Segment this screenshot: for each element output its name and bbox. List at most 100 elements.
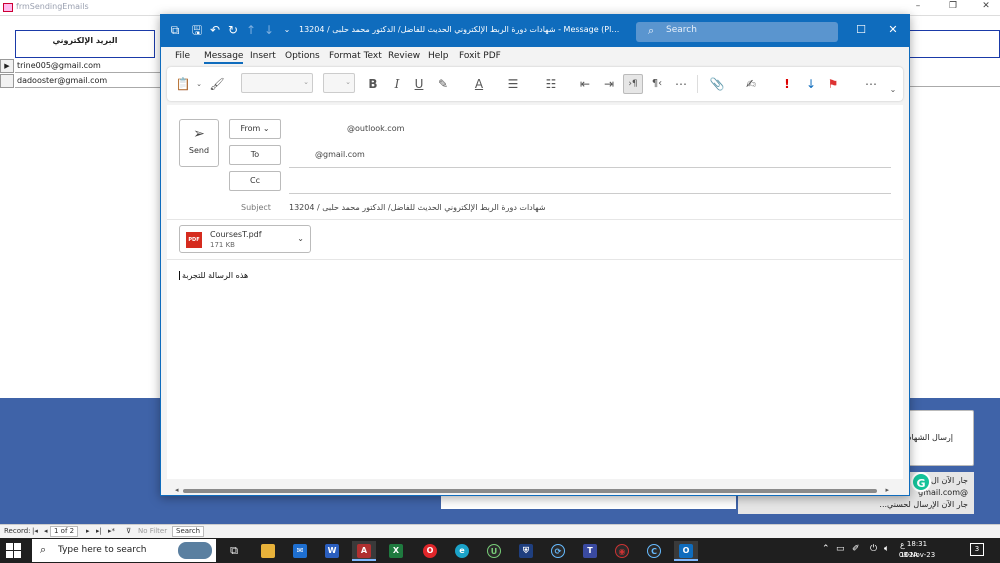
uvpn-icon[interactable]: U [482,541,506,561]
filter-status[interactable]: No Filter [138,527,167,535]
edge-icon[interactable]: e [450,541,474,561]
access-icon[interactable]: A [352,541,376,561]
table-row[interactable]: dadooster@gmail.com [15,74,160,88]
outlook-icon[interactable]: O [674,541,698,561]
font-color-icon[interactable]: A [471,77,487,91]
send-button[interactable]: ➢ Send [179,119,219,167]
row-selector[interactable] [0,74,14,88]
message-body[interactable]: هذه الرسالة للتجربة [179,271,248,280]
shield-icon[interactable]: ⛨ [514,541,538,561]
tab-help[interactable]: Help [428,51,449,61]
minimize-icon[interactable]: – [908,1,928,14]
filter-icon[interactable]: ⊽ [126,527,131,535]
download-manager-icon[interactable]: ⟳ [546,541,570,561]
word-icon[interactable]: W [320,541,344,561]
chevron-down-icon[interactable]: ⌄ [297,234,304,243]
redo-icon[interactable]: ↻ [225,23,241,37]
increase-indent-icon[interactable]: ⇥ [601,77,617,91]
italic-icon[interactable]: I [389,77,405,91]
record-position[interactable]: 1 of 2 [50,526,79,537]
save-icon[interactable]: 🖫 [189,23,205,37]
pen-icon[interactable]: ✐ [852,544,860,554]
opera-icon[interactable]: O [418,541,442,561]
tab-format-text[interactable]: Format Text [329,51,382,61]
teams-icon[interactable]: T [578,541,602,561]
volume-icon[interactable]: 🔈︎ [884,544,889,554]
scroll-right-icon[interactable]: ▸ [885,486,889,494]
more-options-icon[interactable]: ⋯ [863,77,879,91]
next-record-icon[interactable]: ▸ [86,527,90,535]
tab-message[interactable]: Message [204,51,244,64]
close-icon[interactable]: ✕ [883,23,903,36]
to-field[interactable]: @gmail.com [315,150,365,159]
format-painter-icon[interactable]: 🖌 [209,77,225,91]
attach-file-icon[interactable]: 📎 [709,77,725,91]
taskbar-search-box[interactable]: ⌕ Type here to search [32,539,216,562]
antivirus-icon[interactable]: ◉ [610,541,634,561]
next-item-icon[interactable]: ↓ [261,23,277,37]
cc-button[interactable]: Cc [229,171,281,191]
row-selector[interactable]: ▶ [0,59,14,73]
undo-icon[interactable]: ↶ [207,23,223,37]
ltr-direction-icon[interactable]: ›¶ [623,74,643,94]
outlook-search-box[interactable]: ⌕ Search [636,22,838,42]
tab-options[interactable]: Options [285,51,320,61]
bold-icon[interactable]: B [365,77,381,91]
font-size-select[interactable]: ⌄ [323,73,355,93]
rtl-direction-icon[interactable]: ¶‹ [649,77,665,91]
record-search[interactable]: Search [172,526,205,537]
to-button[interactable]: To [229,145,281,165]
attachment-card[interactable]: PDF CoursesT.pdf 171 KB ⌄ [179,225,311,253]
first-record-icon[interactable]: |◂ [32,527,38,535]
scroll-left-icon[interactable]: ◂ [175,486,179,494]
customize-toolbar-icon[interactable]: ⌄ [279,23,295,37]
highlight-icon[interactable]: ✎ [435,77,451,91]
send-certificates-button[interactable]: إرسال الشهادات [908,410,974,466]
underline-icon[interactable]: U [411,77,427,91]
new-record-icon[interactable]: ▸* [108,527,115,535]
tab-review[interactable]: Review [388,51,420,61]
last-record-icon[interactable]: ▸| [96,527,102,535]
battery-icon[interactable]: ⏻ [870,544,877,554]
prev-record-icon[interactable]: ◂ [44,527,48,535]
paste-dropdown-icon[interactable]: ⌄ [191,77,207,91]
font-family-select[interactable]: ⌄ [241,73,313,93]
task-view-icon[interactable]: ⧉ [222,541,246,561]
low-importance-icon[interactable]: ↓ [803,77,819,91]
high-importance-icon[interactable]: ! [779,77,795,91]
tab-foxit-pdf[interactable]: Foxit PDF [459,51,501,61]
restore-icon[interactable]: ❐ [943,1,963,14]
subject-field[interactable]: 13204 / شهادات دورة الربط الإلكتروني الح… [289,203,589,212]
grammarly-icon[interactable]: G [911,472,931,492]
network-icon[interactable]: ▭ [836,544,845,554]
close-icon[interactable]: ✕ [976,1,996,14]
decrease-indent-icon[interactable]: ⇤ [577,77,593,91]
scrollbar-thumb[interactable] [183,489,877,493]
signature-icon[interactable]: ✍ [743,77,759,91]
cortana-icon[interactable]: C [642,541,666,561]
column-header-email[interactable]: البريد الإلكتروني [15,30,155,58]
paste-icon[interactable]: 📋 [175,77,191,91]
more-formatting-icon[interactable]: ⋯ [673,77,689,91]
notification-center-icon[interactable]: 3 [970,543,984,556]
mail-icon[interactable]: ✉ [288,541,312,561]
excel-icon[interactable]: X [384,541,408,561]
follow-up-flag-icon[interactable]: ⚑ [825,77,841,91]
access-window-title: frmSendingEmails [16,2,89,11]
show-hidden-icons[interactable]: ⌃ [822,544,830,554]
table-row[interactable]: trine005@gmail.com [15,59,160,73]
bullets-icon[interactable]: ☰ [505,77,521,91]
numbering-icon[interactable]: ☷ [543,77,559,91]
taskbar-clock[interactable]: 18:31 08-Nov-23 [896,539,938,561]
horizontal-scrollbar[interactable]: ◂ ▸ [175,486,889,495]
windows-taskbar: ⌕ Type here to search ⧉ ✉ W A X O e U ⛨ … [0,538,1000,563]
windows-start-icon[interactable] [6,543,21,558]
from-button[interactable]: From ⌄ [229,119,281,139]
file-explorer-icon[interactable] [256,541,280,561]
search-icon: ⌕ [40,543,47,556]
restore-icon[interactable]: ☐ [851,23,871,36]
tab-insert[interactable]: Insert [250,51,276,61]
previous-item-icon[interactable]: ↑ [243,23,259,37]
expand-ribbon-icon[interactable]: ⌄ [885,83,901,97]
tab-file[interactable]: File [175,51,190,61]
